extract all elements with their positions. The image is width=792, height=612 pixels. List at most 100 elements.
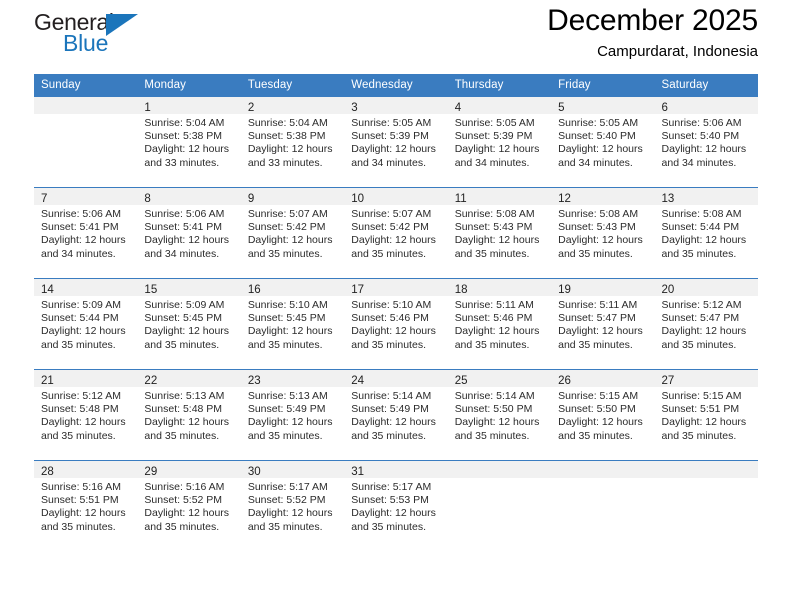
calendar-day-cell[interactable]: 22 Sunrise: 5:13 AM Sunset: 5:48 PM Dayligh… — [137, 369, 241, 461]
daylight-text-line1: Daylight: 12 hours — [454, 416, 540, 429]
calendar-empty-cell — [551, 460, 655, 551]
calendar-body: 1 Sunrise: 5:04 AM Sunset: 5:38 PM Daylight… — [34, 96, 758, 551]
day-cell-inner: 18 Sunrise: 5:11 AM Sunset: 5:46 PM Dayligh… — [447, 279, 552, 369]
day-cell-inner — [447, 461, 552, 551]
day-number: 31 — [351, 466, 365, 478]
day-number-band: 5 — [551, 97, 655, 114]
day-number-band: 29 — [137, 461, 241, 478]
sunset-text: Sunset: 5:43 PM — [454, 221, 533, 234]
daylight-text-line2: and 35 minutes. — [41, 429, 116, 442]
day-cell-inner: 9 Sunrise: 5:07 AM Sunset: 5:42 PM Daylight… — [240, 188, 345, 278]
calendar-day-cell[interactable]: 19 Sunrise: 5:11 AM Sunset: 5:47 PM Dayligh… — [551, 278, 655, 370]
day-number-band: 17 — [344, 279, 448, 296]
sunset-text: Sunset: 5:47 PM — [661, 312, 740, 325]
day-number-band: 23 — [240, 370, 345, 387]
day-number-band: 15 — [137, 279, 241, 296]
day-cell-inner: 26 Sunrise: 5:15 AM Sunset: 5:50 PM Dayligh… — [551, 370, 655, 460]
calendar-day-cell[interactable]: 6 Sunrise: 5:06 AM Sunset: 5:40 PM Daylight… — [654, 96, 758, 188]
weekday-header-friday: Friday — [551, 74, 655, 97]
day-number-band: 27 — [654, 370, 758, 387]
day-cell-inner: 30 Sunrise: 5:17 AM Sunset: 5:52 PM Dayligh… — [240, 461, 345, 551]
calendar-day-cell[interactable]: 15 Sunrise: 5:09 AM Sunset: 5:45 PM Dayligh… — [137, 278, 241, 370]
day-details: Sunrise: 5:05 AM Sunset: 5:39 PM Daylight:… — [344, 114, 447, 170]
day-number: 8 — [144, 193, 151, 205]
calendar-day-cell[interactable]: 2 Sunrise: 5:04 AM Sunset: 5:38 PM Daylight… — [240, 96, 345, 188]
calendar-day-cell[interactable]: 16 Sunrise: 5:10 AM Sunset: 5:45 PM Dayligh… — [240, 278, 345, 370]
calendar-day-cell[interactable]: 9 Sunrise: 5:07 AM Sunset: 5:42 PM Daylight… — [240, 187, 345, 279]
sunset-text: Sunset: 5:51 PM — [661, 403, 740, 416]
calendar-day-cell[interactable]: 17 Sunrise: 5:10 AM Sunset: 5:46 PM Dayligh… — [344, 278, 448, 370]
calendar-day-cell[interactable]: 10 Sunrise: 5:07 AM Sunset: 5:42 PM Dayligh… — [344, 187, 448, 279]
page-header: General Blue December 2025 Campurdarat, … — [34, 0, 758, 74]
daylight-text-line2: and 34 minutes. — [661, 156, 737, 169]
general-blue-logo[interactable]: General Blue — [34, 10, 164, 62]
day-number-band: 8 — [137, 188, 241, 205]
daylight-text-line2: and 34 minutes. — [41, 247, 116, 260]
calendar-day-cell[interactable]: 27 Sunrise: 5:15 AM Sunset: 5:51 PM Dayligh… — [654, 369, 758, 461]
daylight-text-line2: and 34 minutes. — [454, 156, 530, 169]
day-number-band: 31 — [344, 461, 448, 478]
day-number-band: 18 — [447, 279, 552, 296]
day-cell-inner: 22 Sunrise: 5:13 AM Sunset: 5:48 PM Dayligh… — [137, 370, 241, 460]
day-cell-inner: 11 Sunrise: 5:08 AM Sunset: 5:43 PM Dayligh… — [447, 188, 552, 278]
calendar-day-cell[interactable]: 26 Sunrise: 5:15 AM Sunset: 5:50 PM Dayligh… — [551, 369, 655, 461]
calendar-week-row: 21 Sunrise: 5:12 AM Sunset: 5:48 PM Dayligh… — [34, 369, 758, 461]
day-number: 30 — [247, 466, 261, 478]
day-details: Sunrise: 5:08 AM Sunset: 5:44 PM Daylight:… — [655, 205, 758, 261]
calendar-day-cell[interactable]: 7 Sunrise: 5:06 AM Sunset: 5:41 PM Daylight… — [34, 187, 138, 279]
day-details: Sunrise: 5:10 AM Sunset: 5:45 PM Daylight:… — [241, 296, 344, 352]
day-details: Sunrise: 5:08 AM Sunset: 5:43 PM Daylight:… — [551, 205, 654, 261]
calendar-day-cell[interactable]: 14 Sunrise: 5:09 AM Sunset: 5:44 PM Dayligh… — [34, 278, 138, 370]
day-details: Sunrise: 5:16 AM Sunset: 5:52 PM Daylight:… — [137, 478, 240, 534]
daylight-text-line1: Daylight: 12 hours — [661, 234, 747, 247]
title-block: December 2025 Campurdarat, Indonesia — [547, 2, 758, 62]
calendar-day-cell[interactable]: 1 Sunrise: 5:04 AM Sunset: 5:38 PM Daylight… — [137, 96, 241, 188]
calendar-day-cell[interactable]: 3 Sunrise: 5:05 AM Sunset: 5:39 PM Daylight… — [344, 96, 448, 188]
sunset-text: Sunset: 5:52 PM — [247, 494, 326, 507]
triangle-icon — [106, 14, 138, 36]
day-details: Sunrise: 5:07 AM Sunset: 5:42 PM Daylight:… — [344, 205, 447, 261]
day-number-band: 6 — [654, 97, 758, 114]
day-number: 21 — [41, 375, 54, 387]
sunrise-text: Sunrise: 5:06 AM — [41, 208, 121, 220]
calendar-day-cell[interactable]: 24 Sunrise: 5:14 AM Sunset: 5:49 PM Dayligh… — [344, 369, 448, 461]
calendar-day-cell[interactable]: 20 Sunrise: 5:12 AM Sunset: 5:47 PM Dayligh… — [654, 278, 758, 370]
day-cell-inner — [34, 97, 138, 187]
daylight-text-line1: Daylight: 12 hours — [661, 416, 747, 429]
daylight-text-line2: and 35 minutes. — [41, 338, 116, 351]
calendar-day-cell[interactable]: 5 Sunrise: 5:05 AM Sunset: 5:40 PM Daylight… — [551, 96, 655, 188]
sunset-text: Sunset: 5:38 PM — [247, 130, 326, 143]
calendar-day-cell[interactable]: 11 Sunrise: 5:08 AM Sunset: 5:43 PM Dayligh… — [447, 187, 552, 279]
calendar-day-cell[interactable]: 21 Sunrise: 5:12 AM Sunset: 5:48 PM Dayligh… — [34, 369, 138, 461]
calendar-day-cell[interactable]: 25 Sunrise: 5:14 AM Sunset: 5:50 PM Dayligh… — [447, 369, 552, 461]
day-number: 9 — [247, 193, 255, 205]
calendar-empty-cell — [447, 460, 552, 551]
calendar-day-cell[interactable]: 28 Sunrise: 5:16 AM Sunset: 5:51 PM Dayligh… — [34, 460, 138, 551]
day-cell-inner: 31 Sunrise: 5:17 AM Sunset: 5:53 PM Dayligh… — [344, 461, 448, 551]
calendar-day-cell[interactable]: 18 Sunrise: 5:11 AM Sunset: 5:46 PM Dayligh… — [447, 278, 552, 370]
day-number: 25 — [454, 375, 468, 387]
daylight-text-line1: Daylight: 12 hours — [247, 416, 333, 429]
calendar-day-cell[interactable]: 29 Sunrise: 5:16 AM Sunset: 5:52 PM Dayligh… — [137, 460, 241, 551]
calendar-day-cell[interactable]: 13 Sunrise: 5:08 AM Sunset: 5:44 PM Dayligh… — [654, 187, 758, 279]
daylight-text-line2: and 35 minutes. — [247, 429, 323, 442]
calendar-day-cell[interactable]: 31 Sunrise: 5:17 AM Sunset: 5:53 PM Dayligh… — [344, 460, 448, 551]
calendar-day-cell[interactable]: 4 Sunrise: 5:05 AM Sunset: 5:39 PM Daylight… — [447, 96, 552, 188]
calendar-week-row: 1 Sunrise: 5:04 AM Sunset: 5:38 PM Daylight… — [34, 96, 758, 188]
calendar-day-cell[interactable]: 12 Sunrise: 5:08 AM Sunset: 5:43 PM Dayligh… — [551, 187, 655, 279]
day-number-band: 1 — [137, 97, 241, 114]
calendar-day-cell[interactable]: 23 Sunrise: 5:13 AM Sunset: 5:49 PM Dayligh… — [240, 369, 345, 461]
daylight-text-line1: Daylight: 12 hours — [454, 234, 540, 247]
calendar-day-cell[interactable]: 8 Sunrise: 5:06 AM Sunset: 5:41 PM Daylight… — [137, 187, 241, 279]
daylight-text-line2: and 35 minutes. — [351, 429, 426, 442]
sunrise-text: Sunrise: 5:06 AM — [144, 208, 225, 220]
day-cell-inner: 28 Sunrise: 5:16 AM Sunset: 5:51 PM Dayligh… — [34, 461, 138, 551]
daylight-text-line1: Daylight: 12 hours — [558, 416, 643, 429]
daylight-text-line1: Daylight: 12 hours — [661, 143, 747, 156]
day-details — [34, 114, 137, 117]
daylight-text-line2: and 33 minutes. — [144, 156, 220, 169]
calendar-day-cell[interactable]: 30 Sunrise: 5:17 AM Sunset: 5:52 PM Dayligh… — [240, 460, 345, 551]
sunset-text: Sunset: 5:42 PM — [351, 221, 429, 234]
calendar-week-row: 28 Sunrise: 5:16 AM Sunset: 5:51 PM Dayligh… — [34, 460, 758, 551]
sunrise-text: Sunrise: 5:13 AM — [247, 390, 328, 402]
